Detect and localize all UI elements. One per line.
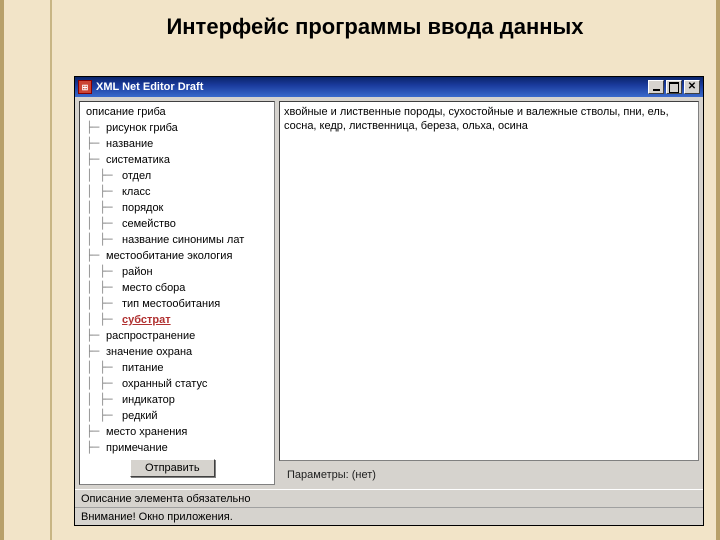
window-controls: ✕ (648, 80, 700, 94)
tree-item-label: распространение (106, 330, 195, 342)
tree-connector: ├─ (86, 440, 106, 455)
tree-item[interactable]: │ ├─ порядок (82, 200, 272, 216)
tree-item-label: описание гриба (86, 106, 166, 118)
tree-item[interactable]: │ ├─ тип местообитания (82, 296, 272, 312)
titlebar[interactable]: ⊞ XML Net Editor Draft ✕ (75, 77, 703, 97)
tree-item[interactable]: │ ├─ отдел (82, 168, 272, 184)
tree-item-label: название синонимы лат (122, 234, 244, 246)
tree-item[interactable]: описание гриба (82, 105, 272, 120)
tree-item[interactable]: ├─ значение охрана (82, 344, 272, 360)
tree-item-label: название (106, 138, 153, 150)
tree-item[interactable]: ├─ место хранения (82, 424, 272, 440)
tree-item[interactable]: │ ├─ питание (82, 360, 272, 376)
tree-item-label: место хранения (106, 426, 187, 438)
slide-frame: Интерфейс программы ввода данных ⊞ XML N… (0, 0, 720, 540)
tree-item-label: отдел (122, 170, 151, 182)
submit-wrap: Отправить (82, 455, 272, 481)
tree-item[interactable]: ├─ распространение (82, 328, 272, 344)
tree-connector: ├─ (86, 136, 106, 151)
tree-item-label: охранный статус (122, 378, 207, 390)
status-line-2: Внимание! Окно приложения. (75, 507, 703, 525)
tree-connector: │ ├─ (86, 168, 122, 183)
tree-item-label: семейство (122, 218, 176, 230)
tree-item[interactable]: ├─ рисунок гриба (82, 120, 272, 136)
tree-item-label: систематика (106, 154, 170, 166)
tree-item-label: район (122, 266, 153, 278)
tree-item-label: индикатор (122, 394, 175, 406)
tree-item[interactable]: │ ├─ место сбора (82, 280, 272, 296)
tree-connector: │ ├─ (86, 200, 122, 215)
minimize-button[interactable] (648, 80, 664, 94)
tree-item[interactable]: │ ├─ субстрат (82, 312, 272, 328)
status-line-1: Описание элемента обязательно (75, 489, 703, 507)
submit-button[interactable]: Отправить (130, 459, 215, 477)
tree-item[interactable]: │ ├─ индикатор (82, 392, 272, 408)
tree-connector: ├─ (86, 152, 106, 167)
tree-item-label: редкий (122, 410, 158, 422)
tree-connector: │ ├─ (86, 392, 122, 407)
tree-connector: ├─ (86, 344, 106, 359)
tree-item-label: порядок (122, 202, 163, 214)
tree-item[interactable]: ├─ систематика (82, 152, 272, 168)
tree-item-label: место сбора (122, 282, 185, 294)
tree-item-label: класс (122, 186, 150, 198)
tree-connector: │ ├─ (86, 264, 122, 279)
tree-connector: ├─ (86, 424, 106, 439)
client-area: описание гриба├─ рисунок гриба├─ названи… (75, 97, 703, 489)
tree-connector: │ ├─ (86, 232, 122, 247)
tree-connector: │ ├─ (86, 312, 122, 327)
tree-connector: │ ├─ (86, 376, 122, 391)
tree-item[interactable]: ├─ местообитание экология (82, 248, 272, 264)
tree-item[interactable]: │ ├─ класс (82, 184, 272, 200)
tree-item-label: примечание (106, 442, 168, 454)
tree-item-label: субстрат (122, 314, 171, 326)
content-pane: хвойные и лиственные породы, сухостойные… (279, 101, 699, 485)
tree-connector: │ ├─ (86, 408, 122, 423)
tree[interactable]: описание гриба├─ рисунок гриба├─ названи… (82, 105, 272, 455)
tree-item[interactable]: │ ├─ редкий (82, 408, 272, 424)
tree-connector: │ ├─ (86, 184, 122, 199)
slide-title: Интерфейс программы ввода данных (34, 14, 716, 40)
tree-item-label: питание (122, 362, 163, 374)
app-window: ⊞ XML Net Editor Draft ✕ описание гриба ├… (74, 76, 704, 526)
status-bars: Описание элемента обязательно Внимание! … (75, 489, 703, 525)
tree-item[interactable]: │ ├─ охранный статус (82, 376, 272, 392)
tree-item[interactable]: │ ├─ название синонимы лат (82, 232, 272, 248)
tree-item-label: значение охрана (106, 346, 192, 358)
maximize-button[interactable] (666, 80, 682, 94)
tree-item[interactable]: │ ├─ семейство (82, 216, 272, 232)
tree-connector: │ ├─ (86, 296, 122, 311)
tree-connector: │ ├─ (86, 280, 122, 295)
tree-pane: описание гриба├─ рисунок гриба├─ названи… (79, 101, 275, 485)
tree-connector: ├─ (86, 248, 106, 263)
slide-left-rule (50, 0, 52, 540)
tree-item-label: рисунок гриба (106, 122, 178, 134)
tree-connector: │ ├─ (86, 360, 122, 375)
app-icon: ⊞ (78, 80, 92, 94)
tree-item-label: местообитание экология (106, 250, 232, 262)
tree-item-label: тип местообитания (122, 298, 220, 310)
tree-item[interactable]: ├─ примечание (82, 440, 272, 455)
window-title: XML Net Editor Draft (96, 81, 648, 93)
params-label: Параметры: (нет) (279, 465, 699, 485)
tree-connector: ├─ (86, 328, 106, 343)
tree-connector: │ ├─ (86, 216, 122, 231)
close-button[interactable]: ✕ (684, 80, 700, 94)
value-textarea[interactable]: хвойные и лиственные породы, сухостойные… (279, 101, 699, 461)
tree-connector: ├─ (86, 120, 106, 135)
tree-item[interactable]: │ ├─ район (82, 264, 272, 280)
tree-item[interactable]: ├─ название (82, 136, 272, 152)
